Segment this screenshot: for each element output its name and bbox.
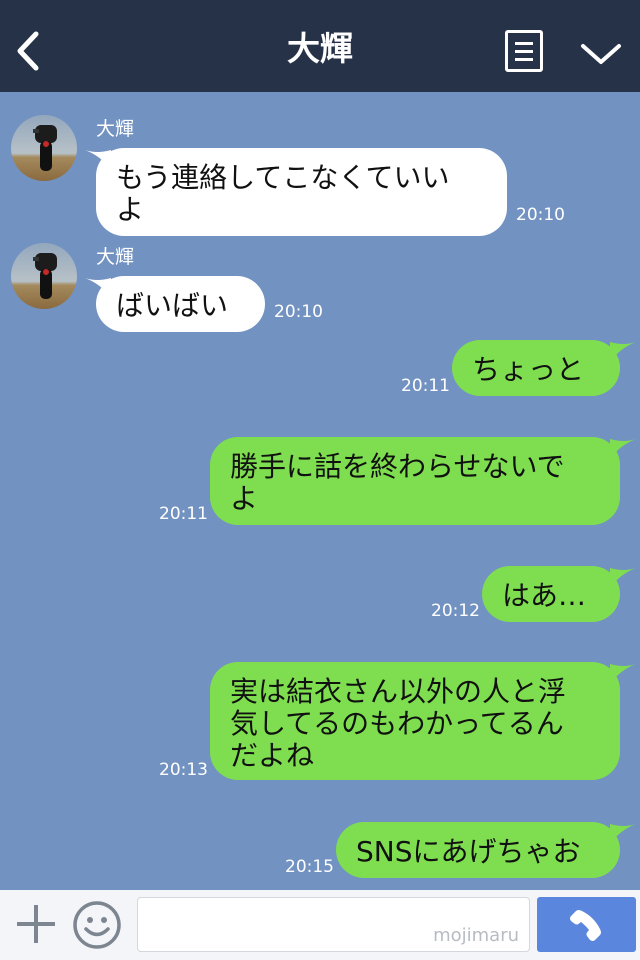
message-text: はあ… — [502, 579, 587, 612]
sender-name: 大輝 — [96, 246, 135, 268]
bubble-tail — [610, 342, 636, 362]
menu-button[interactable] — [505, 30, 543, 72]
chat-header: 大輝 — [0, 0, 640, 92]
chevron-down-icon — [581, 44, 621, 64]
watermark-text: mojimaru — [433, 925, 519, 946]
message-bubble-outgoing[interactable]: はあ… — [482, 566, 620, 622]
message-bubble-outgoing[interactable]: ちょっと — [452, 340, 620, 396]
sender-name: 大輝 — [96, 118, 135, 140]
emoji-button[interactable] — [72, 900, 122, 950]
message-text: SNSにあげちゃお — [356, 835, 581, 868]
menu-line — [515, 50, 533, 53]
smiley-icon — [73, 901, 121, 949]
message-time: 20:15 — [285, 857, 334, 877]
bubble-tail — [610, 664, 636, 684]
chat-title: 大輝 — [287, 29, 353, 68]
message-list[interactable]: 大輝 もう連絡してこなくていい よ 20:10 大輝 ばいばい 20:10 ちょ… — [0, 92, 640, 890]
message-text: 実は結衣さん以外の人と浮 気してるのもわかってるん だよね — [230, 675, 567, 772]
message-text: もう連絡してこなくていい よ — [116, 161, 450, 226]
plus-icon — [17, 905, 55, 943]
bubble-tail — [610, 568, 636, 588]
message-input-bar: mojimaru — [0, 890, 640, 960]
bubble-tail — [610, 824, 636, 844]
message-input[interactable]: mojimaru — [137, 897, 530, 952]
motorcycle-photo — [33, 125, 57, 171]
message-bubble-incoming[interactable]: もう連絡してこなくていい よ — [96, 148, 507, 236]
collapse-button[interactable] — [578, 36, 624, 70]
message-text: 勝手に話を終わらせないで よ — [230, 450, 565, 515]
message-bubble-outgoing[interactable]: 勝手に話を終わらせないで よ — [210, 437, 620, 525]
message-text: ちょっと — [472, 353, 585, 386]
avatar[interactable] — [11, 243, 77, 309]
message-time: 20:11 — [401, 376, 450, 396]
message-bubble-outgoing[interactable]: SNSにあげちゃお — [336, 822, 620, 878]
phone-icon — [570, 910, 601, 941]
bubble-tail — [85, 278, 111, 298]
send-button[interactable] — [537, 897, 636, 952]
message-bubble-incoming[interactable]: ばいばい — [96, 276, 265, 332]
motorcycle-photo — [33, 253, 57, 299]
message-time: 20:12 — [431, 601, 480, 621]
add-attachment-button[interactable] — [14, 902, 58, 946]
message-text: ばいばい — [116, 289, 229, 322]
message-time: 20:13 — [159, 760, 208, 780]
menu-list-icon — [515, 42, 533, 45]
message-time: 20:10 — [516, 205, 565, 225]
menu-line — [515, 58, 533, 61]
bubble-tail — [610, 439, 636, 459]
bubble-tail — [85, 150, 111, 170]
message-bubble-outgoing[interactable]: 実は結衣さん以外の人と浮 気してるのもわかってるん だよね — [210, 662, 620, 780]
message-time: 20:11 — [159, 504, 208, 524]
message-time: 20:10 — [274, 302, 323, 322]
avatar[interactable] — [11, 115, 77, 181]
